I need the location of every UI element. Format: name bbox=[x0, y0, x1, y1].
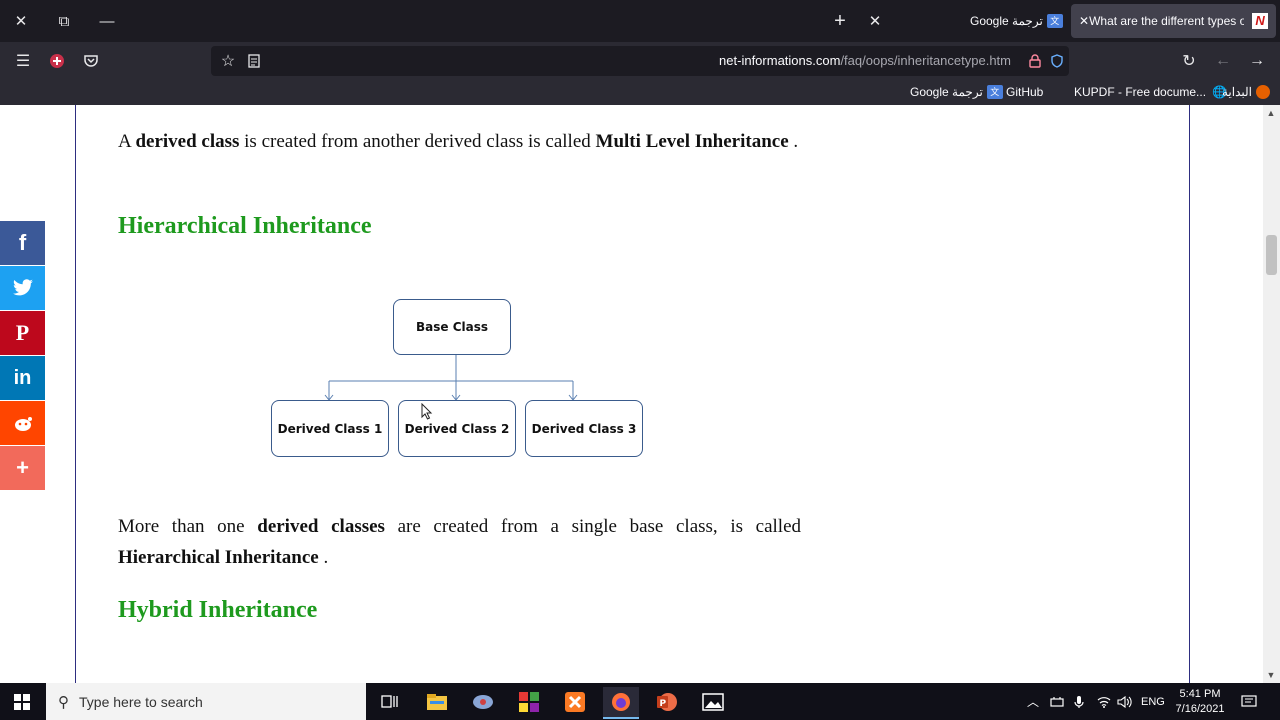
restore-window-icon[interactable]: ⧉ bbox=[43, 0, 85, 42]
mouse-cursor-icon bbox=[421, 403, 433, 420]
url-text[interactable]: net-informations.com/faq/oops/inheritanc… bbox=[719, 53, 1011, 68]
tab-google-translate[interactable]: Google ترجمة 文 bbox=[970, 4, 1065, 38]
base-class-box: Base Class bbox=[393, 299, 511, 355]
search-placeholder: Type here to search bbox=[79, 693, 203, 710]
colorful-app-icon[interactable] bbox=[511, 687, 547, 717]
derived-class-3-box: Derived Class 3 bbox=[525, 400, 643, 457]
windows-taskbar: ⚲ Type here to search P ︿ ENG 5:41 PM 7/… bbox=[0, 683, 1280, 720]
pocket-icon[interactable] bbox=[74, 42, 108, 80]
more-share-button[interactable]: + bbox=[0, 446, 45, 490]
linkedin-share-button[interactable]: in bbox=[0, 356, 45, 400]
heading-hybrid: Hybrid Inheritance bbox=[118, 597, 318, 623]
tab-label: What are the different types of i bbox=[1089, 14, 1245, 28]
svg-text:P: P bbox=[660, 699, 667, 709]
reader-view-icon[interactable] bbox=[237, 42, 271, 80]
forward-disabled-icon[interactable]: ← bbox=[1206, 42, 1240, 80]
volume-icon[interactable] bbox=[1117, 683, 1133, 720]
bookmark-label: Google ترجمة bbox=[910, 85, 983, 99]
twitter-share-button[interactable] bbox=[0, 266, 45, 310]
lock-warning-icon[interactable] bbox=[1025, 42, 1045, 80]
clock[interactable]: 5:41 PM 7/16/2021 bbox=[1172, 683, 1228, 720]
close-window-icon[interactable]: ✕ bbox=[0, 0, 42, 42]
linkedin-icon: in bbox=[13, 366, 32, 389]
url-domain: net-informations.com bbox=[719, 53, 841, 68]
tab-active-article[interactable]: ✕ What are the different types of i N bbox=[1071, 4, 1276, 38]
pinterest-icon: P bbox=[15, 320, 30, 345]
bookmark-google-translate[interactable]: Google ترجمة 文 bbox=[910, 85, 1003, 99]
taskbar-search-box[interactable]: ⚲ Type here to search bbox=[46, 683, 366, 720]
network-adapter-icon[interactable] bbox=[1050, 683, 1064, 720]
firefox-taskbar-icon[interactable] bbox=[603, 687, 639, 719]
facebook-icon: f bbox=[18, 230, 27, 255]
facebook-share-button[interactable]: f bbox=[0, 221, 45, 265]
url-bar[interactable]: ☆ net-informations.com/faq/oops/inherita… bbox=[211, 46, 1069, 76]
minimize-window-icon[interactable]: — bbox=[86, 0, 128, 42]
extension-icon[interactable] bbox=[40, 42, 74, 80]
bookmark-label: البداية bbox=[1222, 85, 1253, 99]
menu-icon[interactable]: ☰ bbox=[6, 42, 40, 80]
pinterest-share-button[interactable]: P bbox=[0, 311, 45, 355]
browser-title-bar: ✕ ⧉ — + ✕ Google ترجمة 文 ✕ What are the … bbox=[0, 0, 1280, 42]
xampp-icon[interactable] bbox=[557, 687, 593, 717]
text: . bbox=[793, 131, 799, 152]
firefox-icon bbox=[1256, 85, 1271, 99]
net-informations-icon: N bbox=[1252, 13, 1269, 29]
reload-icon[interactable]: ↻ bbox=[1172, 42, 1206, 80]
file-explorer-icon[interactable] bbox=[419, 687, 455, 717]
language-indicator[interactable]: ENG bbox=[1141, 683, 1165, 720]
reddit-share-button[interactable] bbox=[0, 401, 45, 445]
google-translate-icon: 文 bbox=[1046, 14, 1063, 28]
bookmark-label: GitHub bbox=[1006, 85, 1044, 99]
derived-class-1-box: Derived Class 1 bbox=[271, 400, 389, 457]
scroll-up-arrow-icon[interactable]: ▲ bbox=[1266, 108, 1276, 118]
navigation-bar: ☰ ☆ net-informations.com/faq/oops/inheri… bbox=[0, 42, 1280, 80]
reddit-icon bbox=[14, 417, 32, 431]
date: 7/16/2021 bbox=[1175, 702, 1225, 715]
shield-icon[interactable] bbox=[1047, 42, 1067, 80]
app-icon[interactable] bbox=[465, 687, 501, 717]
derived-class-2-box: Derived Class 2 bbox=[398, 400, 516, 457]
text: . bbox=[323, 547, 329, 568]
show-hidden-icons-icon[interactable]: ︿ bbox=[1027, 683, 1039, 720]
powerpoint-icon[interactable]: P bbox=[649, 687, 685, 717]
close-tab-icon[interactable]: ✕ bbox=[1079, 14, 1089, 28]
bookmark-label: KUPDF - Free docume... bbox=[1074, 85, 1207, 99]
search-icon: ⚲ bbox=[58, 693, 69, 711]
notifications-icon[interactable] bbox=[1241, 683, 1257, 720]
plus-icon: + bbox=[16, 455, 29, 480]
tab-label: Google ترجمة bbox=[970, 14, 1043, 28]
bookmarks-bar: Google ترجمة 文 GitHub KUPDF - Free docum… bbox=[0, 80, 1280, 105]
article-container: A derived class is created from another … bbox=[75, 105, 1190, 683]
bold-text: derived classes bbox=[257, 516, 385, 537]
close-tab-icon[interactable]: ✕ bbox=[854, 0, 896, 42]
wifi-icon[interactable] bbox=[1097, 683, 1111, 720]
page-content: A derived class is created from another … bbox=[0, 105, 1280, 683]
task-view-icon[interactable] bbox=[372, 687, 408, 717]
vertical-scrollbar[interactable]: ▲ ▼ bbox=[1263, 105, 1280, 683]
twitter-icon bbox=[12, 279, 33, 296]
text: More than one bbox=[118, 516, 245, 537]
scroll-down-arrow-icon[interactable]: ▼ bbox=[1266, 670, 1276, 680]
paragraph-hierarchical: More than one derived classes are create… bbox=[118, 511, 801, 573]
windows-start-icon[interactable] bbox=[4, 687, 40, 717]
time: 5:41 PM bbox=[1179, 687, 1221, 700]
back-icon[interactable]: → bbox=[1240, 42, 1274, 80]
microphone-icon[interactable] bbox=[1074, 683, 1084, 720]
scrollbar-thumb[interactable] bbox=[1266, 235, 1277, 275]
bookmark-github[interactable]: GitHub bbox=[1006, 85, 1043, 99]
text: are created from a single base class, is… bbox=[397, 516, 802, 537]
photos-icon[interactable] bbox=[695, 687, 731, 717]
google-translate-icon: 文 bbox=[986, 85, 1003, 99]
bold-text: Hierarchical Inheritance bbox=[118, 547, 319, 568]
bookmark-kupdf[interactable]: KUPDF - Free docume... 🌐 bbox=[1074, 85, 1227, 99]
url-path: /faq/oops/inheritancetype.htm bbox=[840, 53, 1011, 68]
bookmark-start[interactable]: البداية bbox=[1222, 85, 1271, 99]
